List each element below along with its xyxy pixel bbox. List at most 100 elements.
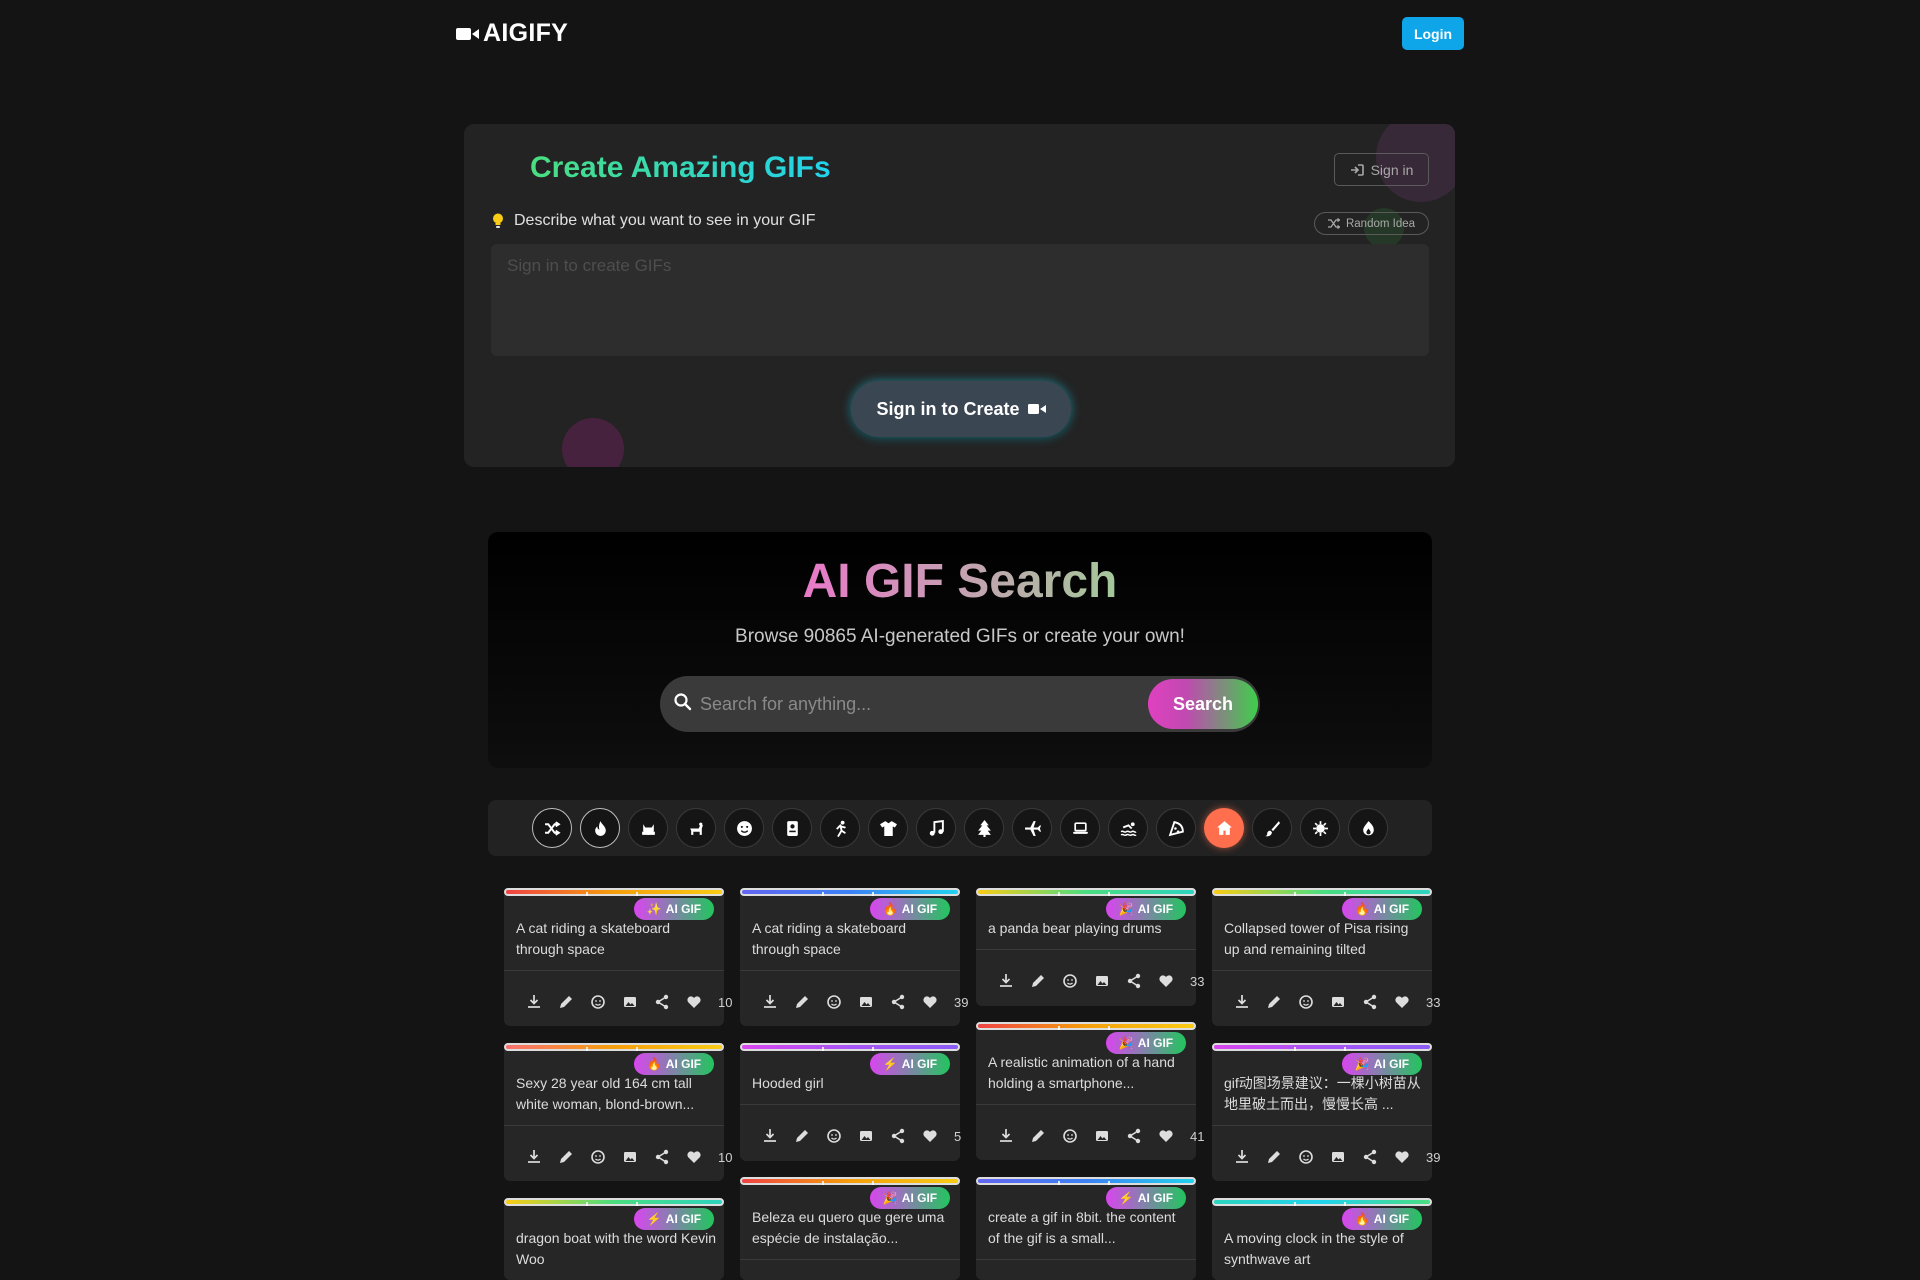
edit-icon[interactable] xyxy=(794,992,826,1012)
gif-card[interactable]: 🎉 AI GIF a panda bear playing drums 33 xyxy=(976,888,1204,1006)
category-swimmer-button[interactable] xyxy=(1108,808,1148,848)
badge-emoji: 🔥 xyxy=(882,902,898,916)
gif-card[interactable]: 🔥 AI GIF Sexy 28 year old 164 cm tall whit… xyxy=(504,1043,732,1181)
gif-card[interactable]: ⚡ AI GIF create a gif in 8bit. the content… xyxy=(976,1177,1196,1280)
gif-card[interactable]: 🔥 AI GIF A moving clock in the style of sy… xyxy=(1212,1198,1432,1280)
share-icon[interactable] xyxy=(1362,992,1394,1012)
category-running-button[interactable] xyxy=(820,808,860,848)
category-dog-button[interactable] xyxy=(676,808,716,848)
gif-progress-bar xyxy=(740,888,960,896)
share-icon[interactable] xyxy=(654,1147,686,1167)
face-swap-icon[interactable] xyxy=(826,992,858,1012)
category-shirt-button[interactable] xyxy=(868,808,908,848)
category-shuffle-button[interactable] xyxy=(532,808,572,848)
gif-card[interactable]: 🎉 AI GIF Beleza eu quero que gere uma espé… xyxy=(740,1177,960,1280)
gif-card[interactable]: 🎉 AI GIF A realistic animation of a hand h… xyxy=(976,1022,1204,1160)
gif-progress-bar xyxy=(740,1043,960,1051)
edit-icon[interactable] xyxy=(558,1147,590,1167)
download-icon[interactable] xyxy=(998,1126,1030,1146)
gif-card[interactable]: ✨ AI GIF A cat riding a skateboard through… xyxy=(504,888,732,1026)
gif-search-panel: AI GIF Search Browse 90865 AI-generated … xyxy=(488,532,1432,768)
image-icon[interactable] xyxy=(858,992,890,1012)
share-icon[interactable] xyxy=(890,992,922,1012)
edit-icon[interactable] xyxy=(1266,992,1298,1012)
download-icon[interactable] xyxy=(1234,1147,1266,1167)
edit-icon[interactable] xyxy=(794,1126,826,1146)
ai-gif-badge: 🎉 AI GIF xyxy=(1106,898,1186,920)
progress-tick xyxy=(636,892,638,896)
download-icon[interactable] xyxy=(1234,992,1266,1012)
gif-card[interactable]: 🎉 AI GIF gif动图场景建议：一棵小树苗从地里破土而出，慢慢长高 ... 39 xyxy=(1212,1043,1440,1181)
image-icon[interactable] xyxy=(622,1147,654,1167)
share-icon[interactable] xyxy=(654,992,686,1012)
category-virus-button[interactable] xyxy=(1300,808,1340,848)
download-icon[interactable] xyxy=(526,1147,558,1167)
gif-card[interactable]: 🔥 AI GIF Collapsed tower of Pisa rising up… xyxy=(1212,888,1440,1026)
image-icon[interactable] xyxy=(622,992,654,1012)
sign-in-label: Sign in xyxy=(1370,161,1414,178)
category-music-button[interactable] xyxy=(916,808,956,848)
category-plane-button[interactable] xyxy=(1012,808,1052,848)
share-icon[interactable] xyxy=(890,1126,922,1146)
face-swap-icon[interactable] xyxy=(590,1147,622,1167)
shirt-icon xyxy=(879,820,897,837)
download-icon[interactable] xyxy=(762,992,794,1012)
sign-in-to-create-button[interactable]: Sign in to Create xyxy=(851,381,1071,437)
image-icon[interactable] xyxy=(1094,971,1126,991)
category-pizza-button[interactable] xyxy=(1156,808,1196,848)
category-brush-button[interactable] xyxy=(1252,808,1292,848)
edit-icon[interactable] xyxy=(1030,971,1062,991)
download-icon[interactable] xyxy=(762,1126,794,1146)
face-swap-icon[interactable] xyxy=(826,1126,858,1146)
heart-icon[interactable] xyxy=(686,992,718,1012)
image-icon[interactable] xyxy=(1330,1147,1362,1167)
download-icon[interactable] xyxy=(998,971,1030,991)
brand-logo[interactable]: AIGIFY xyxy=(456,19,568,48)
tree-icon xyxy=(976,819,993,837)
category-flame-button[interactable] xyxy=(1348,808,1388,848)
category-id-card-button[interactable] xyxy=(772,808,812,848)
heart-icon[interactable] xyxy=(922,992,954,1012)
search-button[interactable]: Search xyxy=(1148,679,1258,729)
badge-emoji: 🔥 xyxy=(1354,902,1370,916)
music-icon xyxy=(928,819,945,837)
heart-icon[interactable] xyxy=(1158,971,1190,991)
face-swap-icon[interactable] xyxy=(1062,1126,1094,1146)
decorative-orb xyxy=(562,418,624,467)
heart-icon[interactable] xyxy=(922,1126,954,1146)
gif-card[interactable]: ⚡ AI GIF Hooded girl 5 xyxy=(740,1043,961,1161)
category-laptop-button[interactable] xyxy=(1060,808,1100,848)
category-tree-button[interactable] xyxy=(964,808,1004,848)
category-home-button[interactable] xyxy=(1204,808,1244,848)
gif-card[interactable]: 🔥 AI GIF A cat riding a skateboard through… xyxy=(740,888,968,1026)
sign-in-button[interactable]: Sign in xyxy=(1334,153,1429,186)
face-swap-icon[interactable] xyxy=(1062,971,1094,991)
heart-icon[interactable] xyxy=(686,1147,718,1167)
download-icon[interactable] xyxy=(526,992,558,1012)
prompt-textarea[interactable] xyxy=(491,244,1429,356)
random-idea-button[interactable]: Random Idea xyxy=(1314,212,1429,235)
edit-icon[interactable] xyxy=(1266,1147,1298,1167)
login-button[interactable]: Login xyxy=(1402,17,1464,50)
category-cat-button[interactable] xyxy=(628,808,668,848)
category-smile-button[interactable] xyxy=(724,808,764,848)
heart-icon[interactable] xyxy=(1158,1126,1190,1146)
share-icon[interactable] xyxy=(1362,1147,1394,1167)
category-fire-button[interactable] xyxy=(580,808,620,848)
face-swap-icon[interactable] xyxy=(590,992,622,1012)
card-divider xyxy=(976,1104,1196,1105)
face-swap-icon[interactable] xyxy=(1298,1147,1330,1167)
image-icon[interactable] xyxy=(1094,1126,1126,1146)
search-input[interactable] xyxy=(700,688,1130,720)
face-swap-icon[interactable] xyxy=(1298,992,1330,1012)
edit-icon[interactable] xyxy=(558,992,590,1012)
ai-gif-badge: ✨ AI GIF xyxy=(634,898,714,920)
share-icon[interactable] xyxy=(1126,971,1158,991)
image-icon[interactable] xyxy=(858,1126,890,1146)
edit-icon[interactable] xyxy=(1030,1126,1062,1146)
share-icon[interactable] xyxy=(1126,1126,1158,1146)
image-icon[interactable] xyxy=(1330,992,1362,1012)
heart-icon[interactable] xyxy=(1394,1147,1426,1167)
gif-card[interactable]: ⚡ AI GIF dragon boat with the word Kevin W… xyxy=(504,1198,724,1280)
heart-icon[interactable] xyxy=(1394,992,1426,1012)
